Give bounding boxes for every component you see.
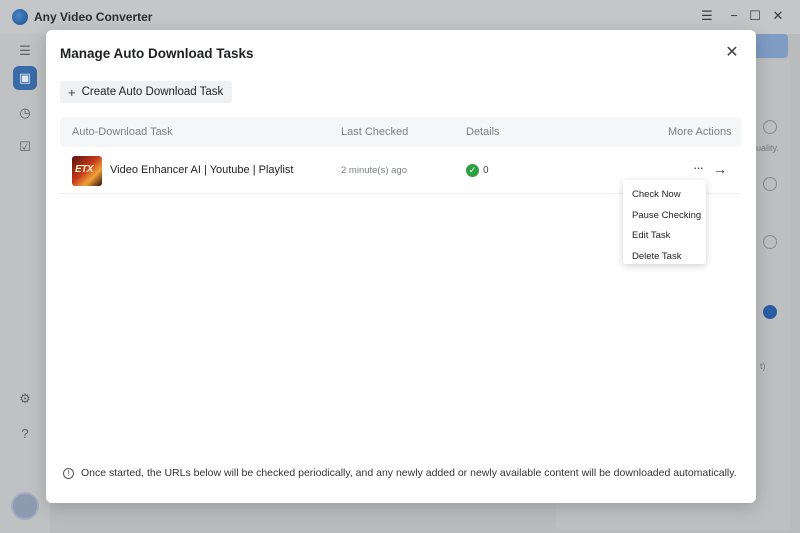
minimize-icon[interactable]: − bbox=[727, 9, 741, 23]
close-icon[interactable]: ✕ bbox=[724, 45, 740, 61]
details-status[interactable]: ✓ 0 bbox=[466, 163, 489, 177]
check-circle-icon: ✓ bbox=[466, 163, 479, 177]
option-radio[interactable] bbox=[763, 177, 777, 191]
menu-item-check-now[interactable]: Check Now bbox=[623, 185, 706, 206]
option-radio-checked[interactable] bbox=[763, 305, 777, 319]
task-thumbnail: ETX bbox=[72, 156, 102, 186]
menu-item-pause-checking[interactable]: Pause Checking bbox=[623, 206, 706, 227]
briefcase-icon[interactable]: ▣ bbox=[13, 66, 37, 90]
header-details: Details bbox=[466, 126, 500, 138]
clock-icon[interactable]: ◷ bbox=[13, 101, 37, 125]
option-radio[interactable] bbox=[763, 120, 777, 134]
dialog-title: Manage Auto Download Tasks bbox=[60, 46, 254, 61]
menu-icon[interactable]: ☰ bbox=[700, 9, 714, 23]
info-icon: ! bbox=[63, 467, 74, 479]
header-last-checked: Last Checked bbox=[341, 126, 409, 138]
header-more-actions: More Actions bbox=[668, 126, 732, 138]
avatar[interactable] bbox=[11, 492, 39, 520]
menu-icon[interactable]: ☰ bbox=[13, 39, 37, 63]
header-task: Auto-Download Task bbox=[72, 126, 173, 138]
create-task-button[interactable]: + Create Auto Download Task bbox=[60, 81, 233, 103]
bg-text: uality. bbox=[756, 143, 779, 153]
info-note: ! Once started, the URLs below will be c… bbox=[63, 467, 737, 479]
settings-icon[interactable]: ⚙ bbox=[13, 387, 37, 411]
create-task-label: Create Auto Download Task bbox=[81, 86, 224, 98]
menu-item-edit-task[interactable]: Edit Task bbox=[623, 226, 706, 247]
menu-item-delete-task[interactable]: Delete Task bbox=[623, 247, 706, 268]
details-count: 0 bbox=[483, 164, 489, 176]
title-bar: Any Video Converter ☰ − ☐ ✕ bbox=[0, 0, 800, 34]
sidebar: ☰ ▣ ◷ ☑ ⚙ ? bbox=[0, 34, 50, 533]
info-note-text: Once started, the URLs below will be che… bbox=[81, 467, 737, 479]
thumbnail-text: ETX bbox=[75, 164, 93, 175]
more-options-icon[interactable]: ··· bbox=[691, 161, 705, 177]
task-name: Video Enhancer AI | Youtube | Playlist bbox=[110, 164, 294, 176]
help-icon[interactable]: ? bbox=[13, 421, 37, 445]
last-checked: 2 minute(s) ago bbox=[341, 165, 408, 176]
table-header: Auto-Download Task Last Checked Details … bbox=[60, 117, 741, 147]
manage-tasks-dialog: Manage Auto Download Tasks ✕ + Create Au… bbox=[46, 30, 756, 503]
plus-icon: + bbox=[68, 84, 76, 100]
arrow-right-icon[interactable]: → bbox=[713, 162, 727, 176]
more-actions-menu: Check Now Pause Checking Edit Task Delet… bbox=[623, 180, 706, 264]
bg-text: t) bbox=[760, 361, 766, 371]
checklist-icon[interactable]: ☑ bbox=[13, 135, 37, 159]
app-title: Any Video Converter bbox=[34, 10, 153, 24]
close-icon[interactable]: ✕ bbox=[771, 9, 785, 23]
maximize-icon[interactable]: ☐ bbox=[748, 9, 762, 23]
app-logo bbox=[12, 9, 28, 25]
option-radio[interactable] bbox=[763, 235, 777, 249]
